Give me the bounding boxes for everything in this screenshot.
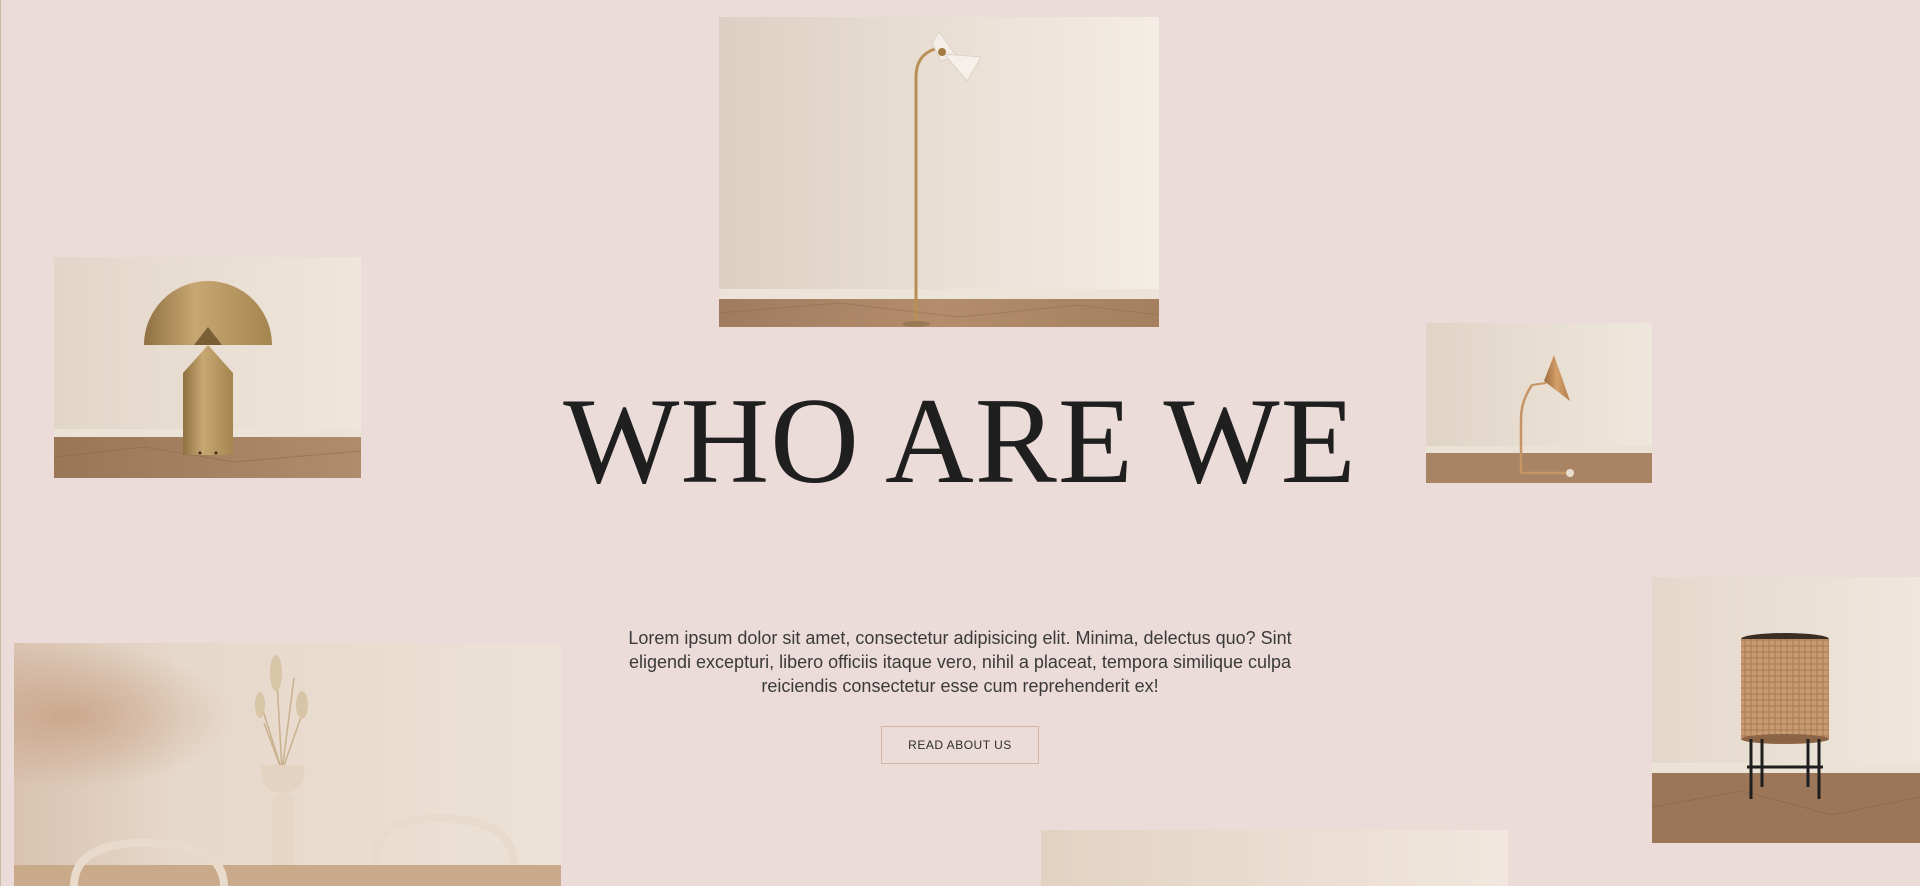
page-edge-divider (0, 0, 1, 886)
wall-lamp-photo (1426, 323, 1652, 483)
about-section: WHO ARE WE Lorem ipsum dolor sit amet, c… (0, 0, 1920, 886)
interior-photo (1041, 830, 1508, 886)
page-title: WHO ARE WE (563, 372, 1357, 509)
dome-lamp-photo (54, 257, 361, 478)
dining-photo (14, 643, 561, 886)
read-about-us-button[interactable]: READ ABOUT US (881, 726, 1039, 764)
floor-lamp-photo (719, 17, 1159, 327)
intro-text: Lorem ipsum dolor sit amet, consectetur … (628, 628, 1292, 696)
rattan-lamp-photo (1652, 577, 1920, 843)
